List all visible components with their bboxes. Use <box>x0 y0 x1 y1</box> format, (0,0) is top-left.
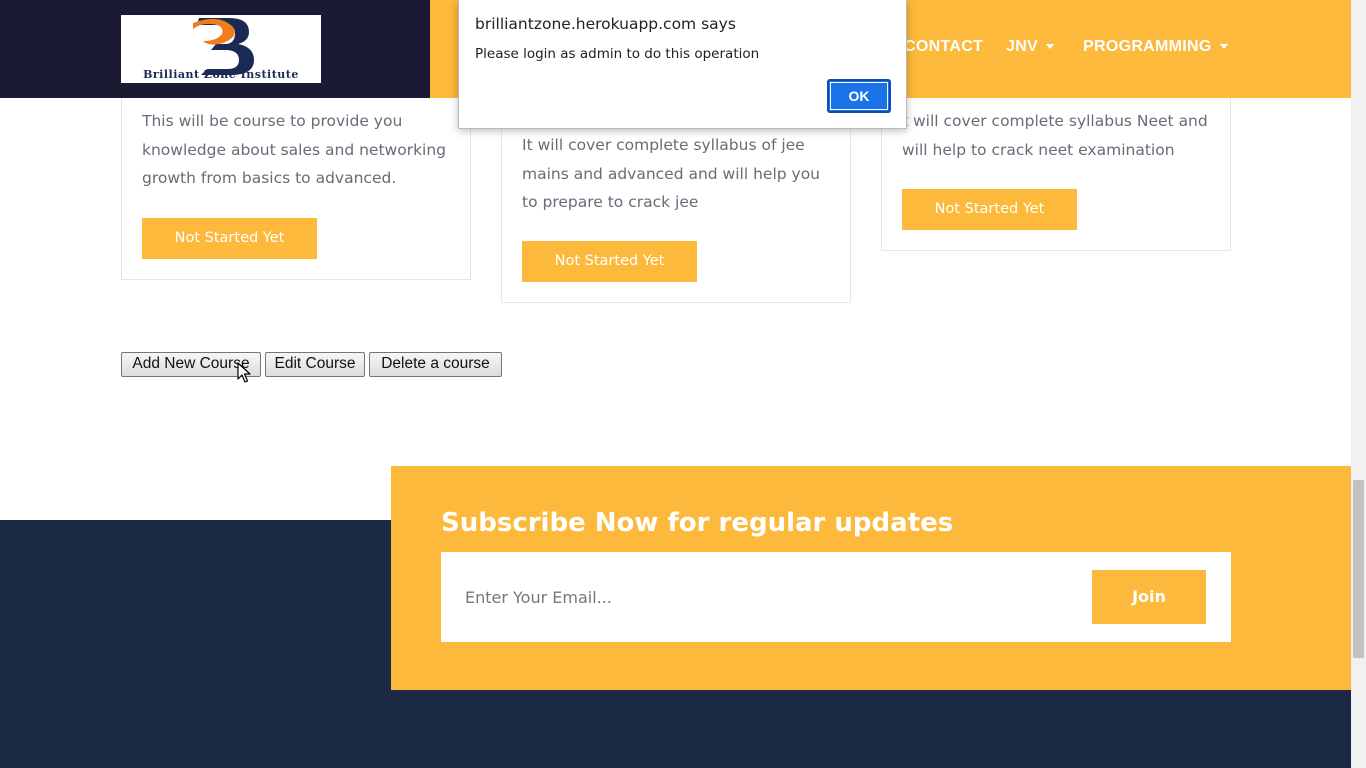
mouse-cursor-icon <box>237 362 251 383</box>
caret-down-icon <box>1046 44 1055 50</box>
scrollbar-thumb[interactable] <box>1353 480 1364 658</box>
dialog-title: brilliantzone.herokuapp.com says <box>475 15 736 33</box>
course-status-button[interactable]: Not Started Yet <box>902 189 1077 230</box>
page-scrollbar[interactable] <box>1351 0 1366 768</box>
course-description: It will cover complete syllabus of jee m… <box>522 136 820 211</box>
join-button[interactable]: Join <box>1092 570 1206 624</box>
dialog-ok-button[interactable]: OK <box>827 79 891 113</box>
course-description: t will cover complete syllabus Neet and … <box>902 112 1208 159</box>
site-logo[interactable]: Brilliant Zone Institute <box>121 15 321 83</box>
nav-contact-label: CONTACT <box>904 38 984 55</box>
logo-text: Brilliant Zone Institute <box>143 68 299 81</box>
subscribe-form: Join <box>441 552 1231 642</box>
email-input[interactable] <box>441 552 1081 642</box>
caret-down-icon <box>1219 44 1228 50</box>
nav-programming-label: PROGRAMMING <box>1083 38 1212 55</box>
edit-course-button[interactable]: Edit Course <box>265 352 365 377</box>
dialog-message: Please login as admin to do this operati… <box>475 46 760 62</box>
nav-programming-dropdown[interactable]: PROGRAMMING <box>1083 38 1228 56</box>
course-description: This will be course to provide you knowl… <box>142 112 447 187</box>
nav-contact[interactable]: CONTACT <box>904 38 983 56</box>
course-card: t will cover complete syllabus Neet and … <box>881 98 1231 251</box>
nav-jnv-label: JNV <box>1006 38 1039 55</box>
nav-jnv-dropdown[interactable]: JNV <box>1006 38 1055 56</box>
course-card: This will be course to provide you knowl… <box>121 98 471 280</box>
alert-dialog: brilliantzone.herokuapp.com says Please … <box>458 0 907 129</box>
subscribe-title: Subscribe Now for regular updates <box>441 508 954 538</box>
course-status-button[interactable]: Not Started Yet <box>522 241 697 282</box>
delete-course-button[interactable]: Delete a course <box>369 352 502 377</box>
subscribe-section: Subscribe Now for regular updates Join <box>391 466 1351 690</box>
course-status-button[interactable]: Not Started Yet <box>142 218 317 259</box>
brand-area: Brilliant Zone Institute <box>0 0 430 98</box>
